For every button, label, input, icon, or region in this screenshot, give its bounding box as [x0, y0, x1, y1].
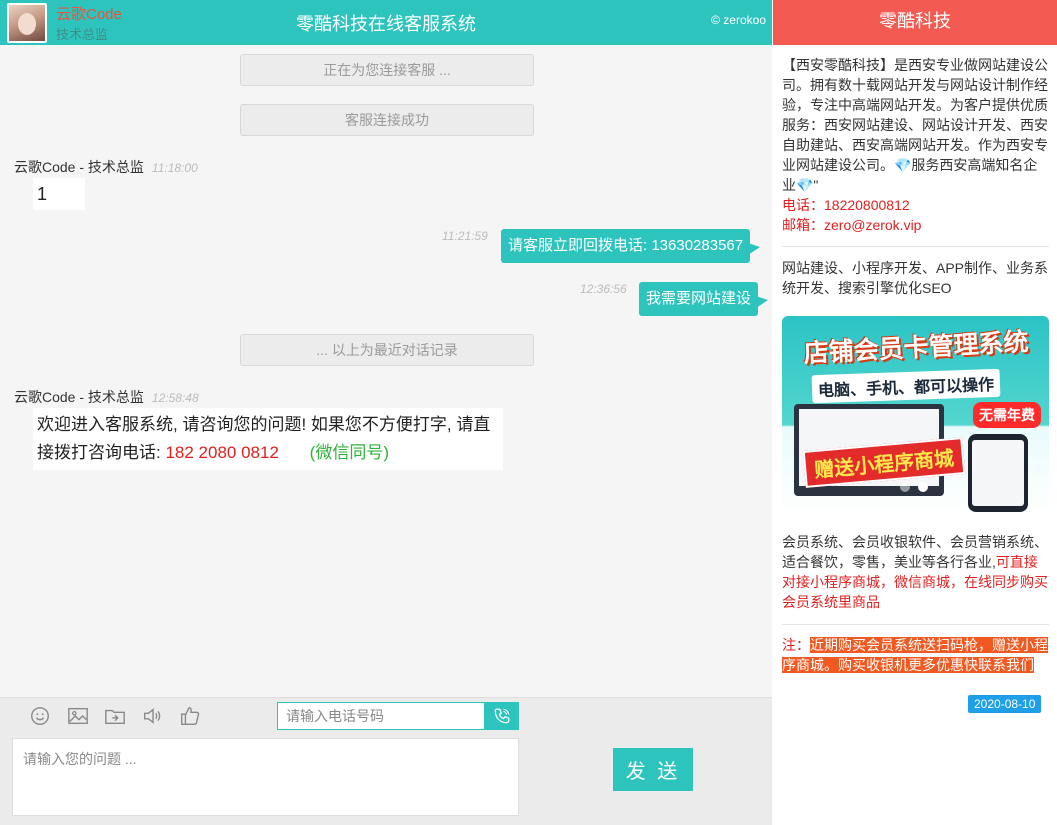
contact-phone[interactable]: 182 2080 0812: [165, 443, 278, 462]
message-time: 12:36:56: [580, 282, 627, 296]
divider: [782, 624, 1049, 625]
smile-icon[interactable]: [28, 705, 52, 727]
info-sidebar: 零酷科技 【西安零酷科技】是西安专业做网站建设公司。拥有数十载网站开发与网站设计…: [773, 0, 1057, 825]
date-badge: 2020-08-10: [968, 695, 1042, 713]
message-bubble-visitor: 我需要网站建设: [639, 282, 769, 316]
system-message-connected: 客服连接成功: [240, 104, 534, 136]
carousel-dot[interactable]: [900, 482, 910, 492]
banner-badge: 无需年费: [973, 402, 1041, 428]
system-message-connecting: 正在为您连接客服 ...: [240, 54, 534, 86]
promo-note: 注：近期购买会员系统送扫码枪，赠送小程序商城。购买收银机更多优惠快联系我们: [782, 635, 1049, 675]
chat-toolbar: [0, 697, 772, 735]
company-intro: 【西安零酷科技】是西安专业做网站建设公司。拥有数十载网站开发与网站设计制作经验，…: [782, 55, 1049, 235]
banner-title: 店铺会员卡管理系统: [803, 328, 1030, 368]
message-time: 11:18:00: [151, 161, 198, 175]
message-time: 12:58:48: [151, 391, 199, 405]
message-bubble-visitor: 请客服立即回拨电话: 13630283567: [501, 229, 761, 263]
sender-name: 云歌Code - 技术总监: [14, 389, 144, 405]
wechat-note: (微信同号): [309, 443, 389, 462]
intro-text: 【西安零酷科技】是西安专业做网站建设公司。拥有数十载网站开发与网站设计制作经验，…: [782, 57, 1048, 193]
company-email[interactable]: 邮箱：zero@zerok.vip: [782, 217, 921, 233]
phone-icon: [494, 708, 510, 724]
services-list: 网站建设、小程序开发、APP制作、业务系统开发、搜索引擎优化SEO: [782, 260, 1049, 296]
message-header: 云歌Code - 技术总监 12:58:48: [14, 387, 199, 407]
message-header: 云歌Code - 技术总监 11:18:00: [14, 157, 198, 177]
sender-name: 云歌Code - 技术总监: [14, 159, 144, 175]
message-bubble-agent: 1: [33, 178, 85, 210]
thumbs-up-icon[interactable]: [178, 705, 202, 727]
divider: [782, 246, 1049, 247]
callback-button[interactable]: [485, 702, 519, 730]
phone-illustration: [968, 434, 1028, 512]
note-label: 注：: [782, 637, 810, 653]
volume-icon[interactable]: [141, 705, 165, 727]
send-button[interactable]: 发 送: [613, 748, 693, 791]
promo-banner[interactable]: 店铺会员卡管理系统 电脑、手机、都可以操作 无需年费 赠送小程序商城: [782, 316, 1049, 514]
phone-number-input[interactable]: [277, 702, 485, 730]
company-phone[interactable]: 电话：18220800812: [782, 197, 910, 213]
system-message-history: ... 以上为最近对话记录: [240, 334, 534, 366]
chat-panel: 云歌Code 技术总监 零酷科技在线客服系统 © zerokoo 正在为您连接客…: [0, 0, 772, 825]
message-time: 11:21:59: [442, 229, 488, 243]
sidebar-title: 零酷科技: [773, 0, 1057, 45]
chat-header: 云歌Code 技术总监 零酷科技在线客服系统 © zerokoo: [0, 0, 772, 45]
page-title: 零酷科技在线客服系统: [296, 14, 476, 34]
carousel-dot-active[interactable]: [918, 482, 928, 492]
message-bubble-agent: 欢迎进入客服系统, 请咨询您的问题! 如果您不方便打字, 请直接拨打咨询电话: …: [33, 408, 503, 470]
banner-subtitle: 电脑、手机、都可以操作: [811, 368, 1001, 404]
question-input[interactable]: [12, 738, 519, 816]
product-description: 会员系统、会员收银软件、会员营销系统、适合餐饮，零售，美业等各行各业,可直接对接…: [782, 532, 1049, 612]
note-text: 近期购买会员系统送扫码枪，赠送小程序商城。购买收银机更多优惠快联系我们: [782, 637, 1048, 673]
message-list[interactable]: 正在为您连接客服 ... 客服连接成功 云歌Code - 技术总监 11:18:0…: [0, 45, 772, 697]
brand-copyright: © zerokoo: [711, 13, 766, 27]
composer-area: 发 送: [0, 735, 772, 825]
file-upload-icon[interactable]: [103, 705, 127, 727]
image-icon[interactable]: [66, 705, 90, 727]
